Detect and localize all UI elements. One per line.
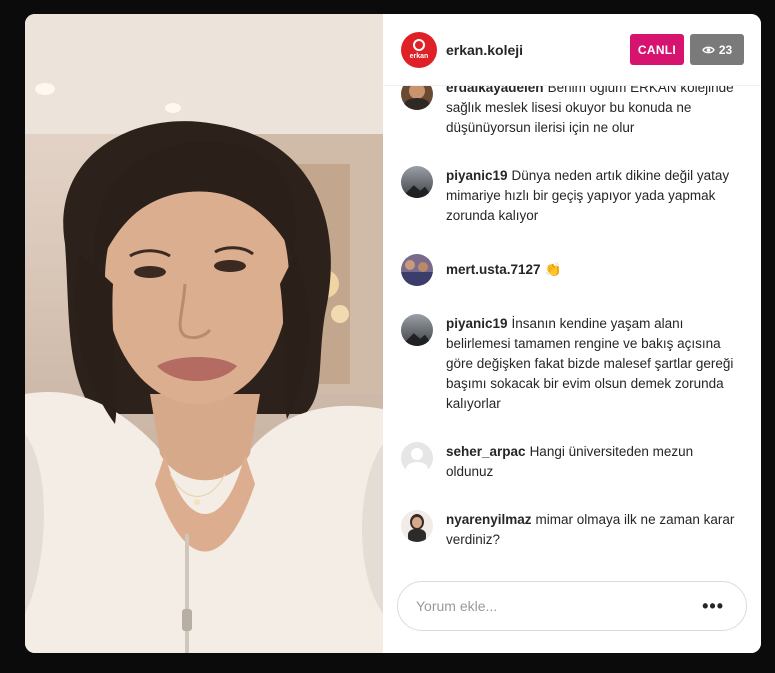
- comment-item: mert.usta.7127 👏: [401, 254, 743, 286]
- comment-item: seher_arpac Hangi üniversiteden mezun old…: [401, 442, 743, 482]
- comment-username[interactable]: piyanic19: [446, 168, 508, 183]
- video-frame-illustration: [25, 14, 383, 653]
- viewer-count-badge: 23: [690, 34, 744, 65]
- comment-item: erdalkayadelen Benim oğlum ERKAN kolejind…: [401, 86, 743, 138]
- live-badge: CANLI: [630, 34, 684, 65]
- comment-username[interactable]: piyanic19: [446, 316, 508, 331]
- comment-item: piyanic19 Dünya neden artık dikine değil …: [401, 166, 743, 226]
- viewer-count: 23: [718, 42, 733, 57]
- account-avatar[interactable]: erkan: [401, 31, 437, 68]
- comment-username[interactable]: seher_arpac: [446, 444, 526, 459]
- chat-panel: erkan erkan.koleji CANLI 23 erdalkayadel…: [383, 14, 761, 653]
- commenter-avatar[interactable]: [401, 314, 433, 346]
- comment-input[interactable]: Yorum ekle... •••: [397, 581, 747, 631]
- comment-username[interactable]: nyarenyilmaz: [446, 512, 532, 527]
- comment-feed[interactable]: erdalkayadelen Benim oğlum ERKAN kolejind…: [383, 86, 761, 565]
- live-stream-window: erkan erkan.koleji CANLI 23 erdalkayadel…: [25, 14, 761, 653]
- comment-username[interactable]: erdalkayadelen: [446, 86, 544, 95]
- commenter-avatar[interactable]: [401, 166, 433, 198]
- eye-icon: [702, 46, 715, 53]
- more-options-icon[interactable]: •••: [702, 596, 724, 617]
- comment-input-placeholder: Yorum ekle...: [416, 598, 498, 614]
- account-username[interactable]: erkan.koleji: [446, 42, 630, 58]
- comment-username[interactable]: mert.usta.7127: [446, 262, 541, 277]
- commenter-avatar[interactable]: [401, 442, 433, 474]
- clapping-emoji: 👏: [544, 262, 562, 277]
- comment-composer: Yorum ekle... •••: [383, 565, 761, 653]
- brand-logo-icon: [413, 39, 425, 51]
- commenter-avatar[interactable]: [401, 86, 433, 110]
- commenter-avatar[interactable]: [401, 254, 433, 286]
- chat-header: erkan erkan.koleji CANLI 23: [383, 14, 761, 86]
- avatar-brand-text: erkan: [409, 53, 429, 60]
- comment-item: piyanic19 İnsanın kendine yaşam alanı bel…: [401, 314, 743, 414]
- comment-item: nyarenyilmaz mimar olmaya ilk ne zaman ka…: [401, 510, 743, 550]
- live-video[interactable]: [25, 14, 383, 653]
- commenter-avatar[interactable]: [401, 510, 433, 542]
